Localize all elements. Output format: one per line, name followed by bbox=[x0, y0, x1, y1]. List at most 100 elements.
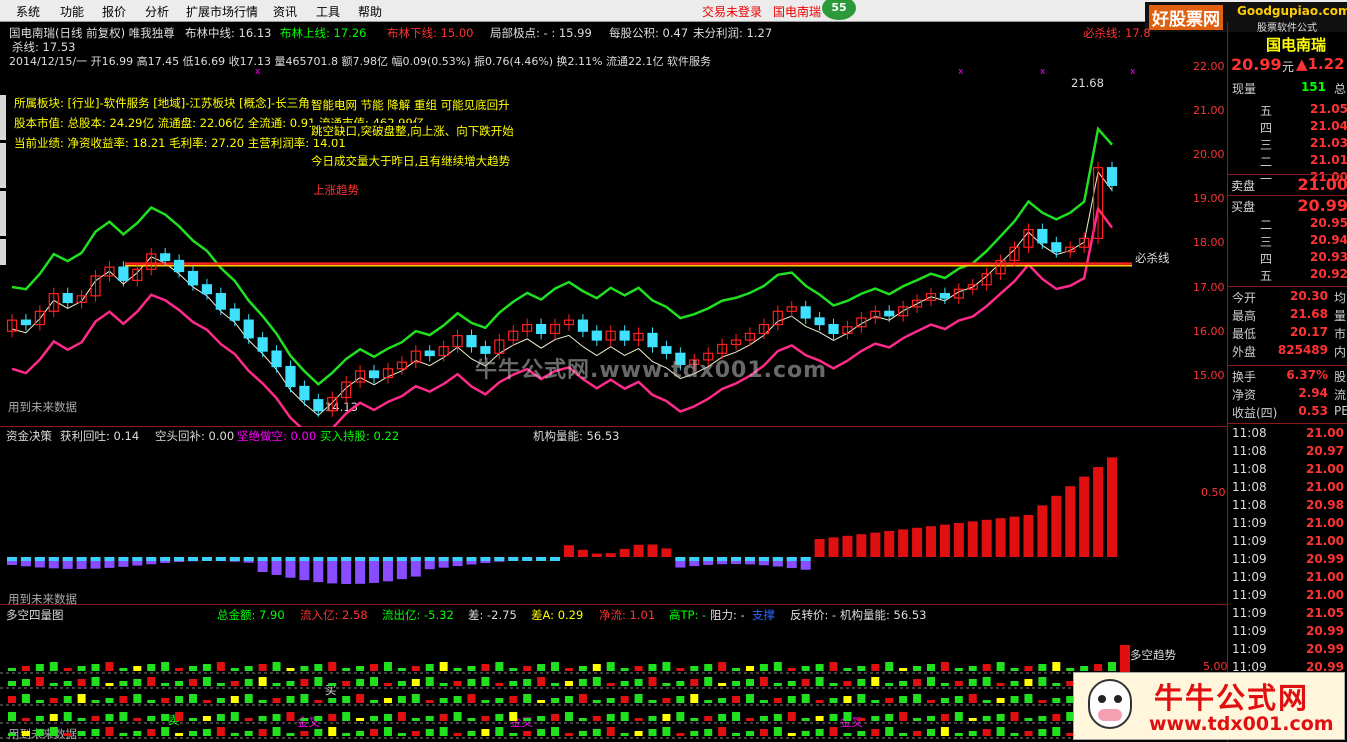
tick-price: 20.99 bbox=[1306, 642, 1344, 656]
hist-bar-neg-cap bbox=[132, 557, 143, 561]
row-value: 21.01 bbox=[1310, 153, 1347, 167]
volume-block bbox=[425, 729, 434, 736]
tick-row: 11:09 21.05 bbox=[1232, 606, 1347, 624]
volume-block bbox=[1010, 733, 1019, 736]
volume-block bbox=[272, 727, 281, 736]
hist-bar-pos bbox=[912, 527, 923, 557]
volume-block bbox=[286, 733, 295, 736]
volume-block bbox=[216, 714, 225, 721]
stat-key: 最低 bbox=[1232, 327, 1257, 341]
menu-bar: 系统 功能 报价 分析 扩展市场行情 资讯 工具 帮助 交易未登录 国电南瑞 5… bbox=[0, 0, 1347, 34]
volume-block bbox=[453, 733, 462, 736]
tick-row: 11:08 20.98 bbox=[1232, 498, 1347, 516]
volume-block bbox=[77, 718, 86, 721]
volume-block bbox=[133, 666, 142, 671]
stat-row: 外盘 825489 内 bbox=[1232, 343, 1347, 361]
volume-block bbox=[105, 698, 114, 703]
stat-suffix: PE bbox=[1334, 404, 1347, 418]
candle-body bbox=[257, 337, 268, 352]
candle-body bbox=[647, 332, 658, 348]
menu-analysis[interactable]: 分析 bbox=[145, 3, 169, 20]
volume-block bbox=[815, 729, 824, 736]
menu-news[interactable]: 资讯 bbox=[273, 3, 297, 20]
bid-row: 四 20.93 bbox=[1232, 250, 1347, 268]
volume-block bbox=[968, 718, 977, 721]
menu-function[interactable]: 功能 bbox=[60, 3, 84, 20]
volume-block bbox=[745, 718, 754, 721]
bottom-site-logo: 牛牛公式网 www.tdx001.com bbox=[1073, 672, 1345, 740]
volume-block bbox=[314, 716, 323, 721]
menu-system[interactable]: 系统 bbox=[16, 3, 40, 20]
volume-block bbox=[495, 662, 504, 671]
volume-block bbox=[745, 679, 754, 686]
ask-row: 五 21.05 bbox=[1232, 102, 1347, 120]
hist-bar-pos bbox=[939, 524, 950, 557]
volume-block bbox=[453, 712, 462, 721]
candle-body bbox=[536, 323, 547, 335]
volume-block bbox=[175, 712, 184, 721]
volume-block bbox=[899, 696, 908, 703]
hist-bar-neg-cap bbox=[744, 557, 755, 561]
hist-bar-neg-cap bbox=[438, 557, 449, 561]
candle-body bbox=[466, 335, 477, 348]
volume-block bbox=[467, 679, 476, 686]
volume-block bbox=[940, 662, 949, 671]
volume-block bbox=[843, 681, 852, 686]
stat-row: 收益(四) 0.53 PE bbox=[1232, 404, 1347, 422]
volume-block bbox=[634, 694, 643, 703]
volume-block bbox=[216, 662, 225, 671]
volume-block bbox=[718, 698, 727, 703]
tick-row: 11:09 20.99 bbox=[1232, 642, 1347, 660]
volume-block bbox=[968, 731, 977, 736]
volume-block bbox=[328, 683, 337, 686]
volume-block bbox=[885, 727, 894, 736]
candle-body bbox=[939, 293, 951, 299]
volume-block bbox=[537, 700, 546, 703]
volume-block bbox=[885, 698, 894, 703]
tick-time: 11:09 bbox=[1232, 606, 1267, 620]
login-status[interactable]: 交易未登录 bbox=[702, 3, 762, 20]
row-value: 20.92 bbox=[1310, 267, 1347, 281]
volume-block-tall bbox=[1120, 645, 1130, 673]
volume-block bbox=[509, 696, 518, 703]
stat-key: 换手 bbox=[1232, 370, 1257, 384]
volume-block bbox=[1010, 712, 1019, 721]
tick-time: 11:09 bbox=[1232, 570, 1267, 584]
menu-extended-market[interactable]: 扩展市场行情 bbox=[186, 3, 258, 20]
volume-block bbox=[829, 727, 838, 736]
candle-body bbox=[215, 293, 226, 310]
hist-bar-neg-cap bbox=[717, 557, 728, 561]
menu-help[interactable]: 帮助 bbox=[358, 3, 382, 20]
menu-tools[interactable]: 工具 bbox=[316, 3, 340, 20]
buy-label: 买盘 bbox=[1231, 200, 1256, 214]
volume-block bbox=[954, 696, 963, 703]
volume-block bbox=[718, 683, 727, 686]
volume-block bbox=[759, 664, 768, 671]
volume-block bbox=[968, 679, 977, 686]
cur-vol-value: 151 bbox=[1300, 80, 1326, 94]
hist-bar-pos bbox=[605, 553, 616, 557]
stat-key: 今开 bbox=[1232, 291, 1257, 305]
hist-bar-pos bbox=[1051, 495, 1062, 557]
candle-body bbox=[828, 323, 839, 335]
menu-quote[interactable]: 报价 bbox=[102, 3, 126, 20]
volume-block bbox=[996, 727, 1005, 736]
volume-block bbox=[328, 727, 337, 736]
bollinger-upper-line bbox=[11, 126, 1113, 386]
volume-block bbox=[8, 681, 16, 686]
volume-block bbox=[453, 681, 462, 686]
volume-block bbox=[63, 712, 72, 721]
volume-block bbox=[857, 666, 866, 671]
current-price: 20.99 bbox=[1231, 55, 1282, 74]
volume-block bbox=[690, 694, 699, 703]
current-volume-row: 现量 151 总 bbox=[1232, 80, 1347, 98]
volume-block bbox=[843, 733, 852, 736]
volume-block bbox=[857, 731, 866, 736]
hist-bar-neg-cap bbox=[703, 557, 714, 561]
bottom-logo-title: 牛牛公式网 bbox=[1154, 681, 1310, 715]
volume-block bbox=[314, 677, 323, 686]
volume-block bbox=[91, 716, 100, 721]
volume-block bbox=[551, 662, 560, 671]
notification-badge[interactable]: 55 bbox=[822, 0, 856, 20]
tick-price: 21.00 bbox=[1306, 534, 1344, 548]
